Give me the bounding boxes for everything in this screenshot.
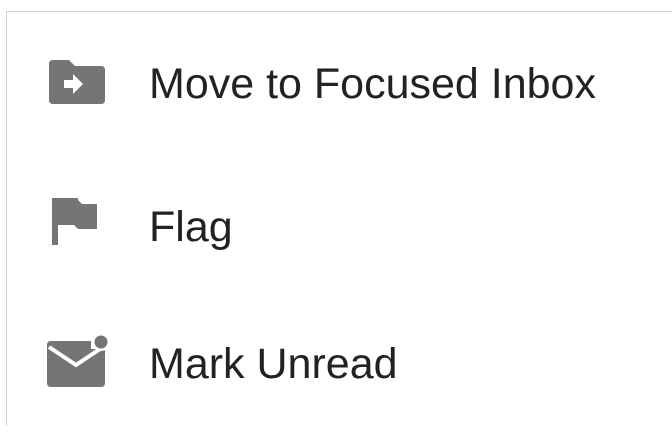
menu-item-label: Mark Unread bbox=[149, 340, 398, 388]
menu-item-flag[interactable]: Flag bbox=[7, 155, 672, 295]
menu-item-move-to-focused-inbox[interactable]: Move to Focused Inbox bbox=[7, 12, 672, 152]
action-menu: Move to Focused Inbox Flag Mark Unread bbox=[0, 0, 672, 426]
envelope-unread-icon bbox=[45, 335, 109, 387]
flag-icon bbox=[45, 197, 109, 245]
menu-item-label: Move to Focused Inbox bbox=[149, 60, 596, 108]
menu-item-mark-unread[interactable]: Mark Unread bbox=[7, 295, 672, 435]
menu-item-label: Flag bbox=[149, 203, 233, 251]
folder-arrow-icon bbox=[45, 58, 109, 106]
